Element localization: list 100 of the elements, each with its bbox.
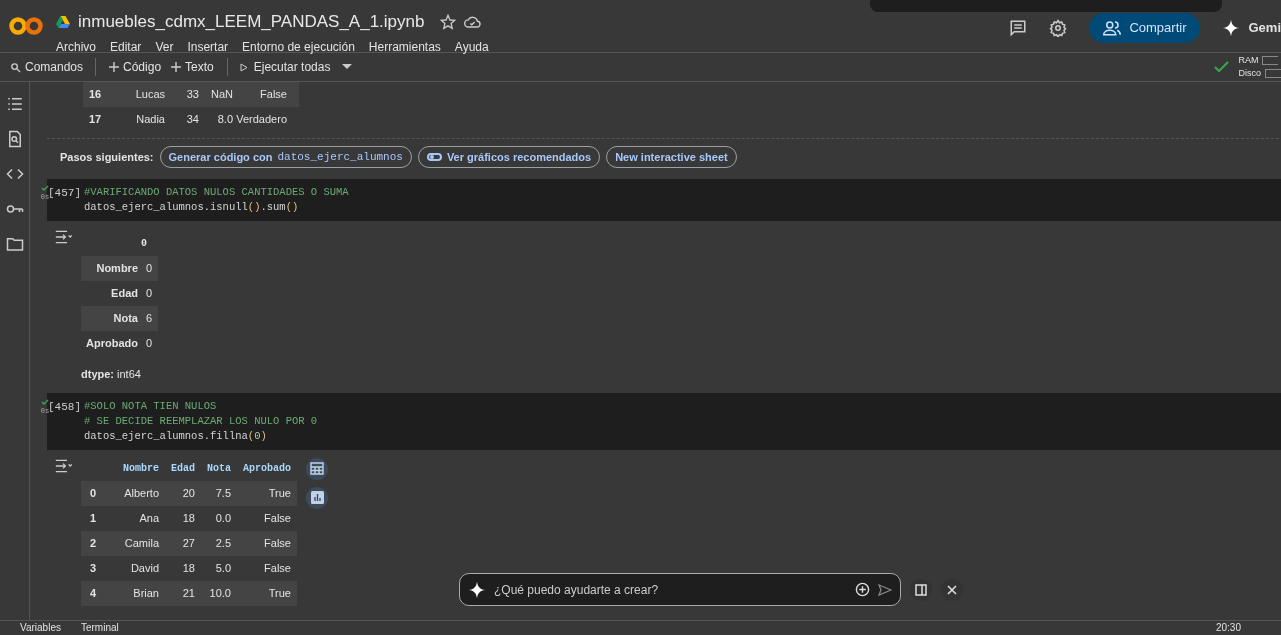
dtype-text: dtype: int64 xyxy=(81,367,142,382)
plus-icon xyxy=(171,62,182,72)
column-header: Nombre xyxy=(122,461,159,476)
table-cell-text: Ana xyxy=(138,510,159,526)
table-cell-text: 0 xyxy=(146,336,153,352)
table-cell-text: 5.0 xyxy=(214,560,231,576)
table-cell-text: 3 xyxy=(89,560,98,576)
row-label: Aprobado xyxy=(85,336,138,352)
output-toggle-icon[interactable] xyxy=(53,229,73,245)
list-icon[interactable] xyxy=(5,95,24,113)
table-cell-text: 2 xyxy=(89,535,98,551)
menu-item[interactable]: Editar xyxy=(110,37,142,56)
side-panel-button[interactable] xyxy=(910,578,932,601)
table-cell-text: 17 xyxy=(88,112,103,128)
table-cell-text: 0 xyxy=(146,261,153,277)
column-header: Nota xyxy=(206,461,231,476)
table-cell-text: Camila xyxy=(123,535,159,551)
code-line: # SE DECIDE REEMPLAZAR LOS NULO POR 0 xyxy=(84,413,318,429)
table-cell-text: 7.5 xyxy=(214,485,231,501)
menu-item[interactable]: Ayuda xyxy=(454,37,489,56)
row-label: Nota xyxy=(112,311,138,327)
table-cell-text: 0.0 xyxy=(214,510,231,526)
table-cell-text: 16 xyxy=(88,87,103,103)
menu-item[interactable]: Archivo xyxy=(56,37,96,56)
comment-icon[interactable] xyxy=(1009,19,1028,37)
folder-icon[interactable] xyxy=(5,235,24,253)
table-cell-text: NaN xyxy=(210,87,233,103)
table-cell-text: 10.0 xyxy=(208,585,231,601)
commands-button[interactable]: Comandos xyxy=(10,58,88,76)
code-line: #VARIFICANDO DATOS NULOS CANTIDADES O SUMA xyxy=(84,185,349,200)
status-bar-button[interactable]: Variables xyxy=(20,623,61,633)
panel-icon xyxy=(915,583,927,596)
table-cell-text: 20 xyxy=(181,485,195,501)
chart-button[interactable] xyxy=(306,486,328,509)
drive-icon xyxy=(56,15,70,28)
resource-meter xyxy=(1265,69,1281,78)
star-icon[interactable] xyxy=(440,13,457,30)
send-icon[interactable] xyxy=(878,583,892,596)
search-icon xyxy=(10,61,21,73)
table-cell-text: False xyxy=(263,510,292,526)
add-button[interactable]: Texto xyxy=(166,58,219,76)
add-button[interactable]: Código xyxy=(104,58,167,76)
table-cell-text: 6 xyxy=(146,311,153,327)
table-cell-text: 0 xyxy=(89,485,98,501)
cloud-icon[interactable] xyxy=(464,14,482,29)
table-icon xyxy=(310,462,324,475)
close-icon xyxy=(947,584,957,595)
close-button[interactable] xyxy=(941,578,963,601)
menu-item[interactable]: Ver xyxy=(155,37,174,56)
caret-icon[interactable] xyxy=(342,64,353,70)
run-all-button[interactable]: Ejecutar todas xyxy=(235,58,335,76)
play-icon xyxy=(239,62,248,72)
table-cell-text: 34 xyxy=(185,112,199,128)
plus-icon xyxy=(109,62,120,72)
table-cell-text: 18 xyxy=(181,510,195,526)
table-cell-text: 0 xyxy=(146,286,153,302)
menu-item[interactable]: Insertar xyxy=(187,37,229,56)
settings-icon[interactable] xyxy=(1049,19,1068,37)
table-cell-text: False xyxy=(263,560,292,576)
check-icon xyxy=(41,398,49,406)
people-icon xyxy=(1103,20,1122,36)
chat-input[interactable]: ¿Qué puedo ayudarte a crear? xyxy=(459,573,901,606)
table-cell-text: 18 xyxy=(181,560,195,576)
table-cell-text: 21 xyxy=(181,585,195,601)
notebook-title[interactable]: inmuebles_cdmx_LEEM_PANDAS_A_1.ipynb xyxy=(78,9,425,35)
gemini-label[interactable]: Gemi xyxy=(1248,18,1281,38)
bar-chart-icon xyxy=(310,491,324,504)
add-icon[interactable] xyxy=(855,582,870,597)
table-cell-text: Verdadero xyxy=(235,112,288,128)
table-cell-text: David xyxy=(129,560,159,576)
logo-icon xyxy=(9,16,43,36)
table-cell-text: 4 xyxy=(89,585,98,601)
row-label: Edad xyxy=(110,286,138,302)
table-cell-text: 8.0 xyxy=(216,112,233,128)
table-cell-text: False xyxy=(259,87,288,103)
share-button[interactable]: Compartir xyxy=(1089,13,1201,43)
table-cell-text: Alberto xyxy=(123,485,159,501)
table-cell-text: False xyxy=(263,535,292,551)
table-cell-text: 33 xyxy=(185,87,199,103)
menu-item[interactable]: Herramientas xyxy=(368,37,441,56)
toggle-icon xyxy=(426,153,442,161)
code-line: #SOLO NOTA TIEN NULOS xyxy=(84,398,218,414)
menu-item[interactable]: Entorno de ejecución xyxy=(242,37,355,56)
table-cell-text: True xyxy=(267,585,292,601)
check-icon xyxy=(41,185,49,192)
prompt-field[interactable]: ¿Qué puedo ayudarte a crear? xyxy=(494,580,847,599)
resource-meter xyxy=(1262,56,1279,65)
row-label: Nombre xyxy=(95,261,138,277)
next-steps-label: Pasos siguientes: xyxy=(60,149,154,165)
column-header: Aprobado xyxy=(242,461,292,476)
column-header: Edad xyxy=(170,461,195,476)
table-cell-text: 27 xyxy=(181,535,195,551)
table-view-button[interactable] xyxy=(306,457,328,480)
status-bar-button[interactable]: Terminal xyxy=(80,623,119,633)
column-header: 0 xyxy=(141,237,147,251)
status-time: 20:30 xyxy=(1215,623,1241,633)
output-toggle-icon[interactable] xyxy=(53,457,73,474)
code-line: datos_ejerc_alumnos.fillna(0) xyxy=(84,428,268,444)
table-cell-text: 2.5 xyxy=(214,535,231,551)
table-cell-text: True xyxy=(267,485,292,501)
